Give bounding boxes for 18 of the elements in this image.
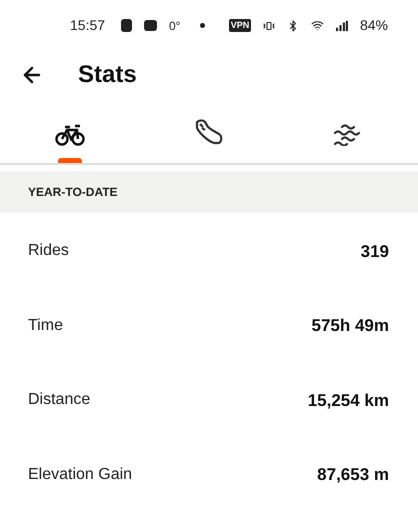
signal-icon xyxy=(336,20,348,32)
stat-value: 87,653 m xyxy=(317,464,389,486)
tab-indicator xyxy=(58,158,82,164)
stat-label: Elevation Gain xyxy=(28,464,132,485)
stat-value: 319 xyxy=(360,240,389,263)
bicycle-icon xyxy=(54,124,85,146)
stat-label: Time xyxy=(28,316,63,336)
section-heading: YEAR-TO-DATE xyxy=(28,184,118,202)
vpn-badge: VPN xyxy=(228,18,252,32)
app-icon xyxy=(121,19,132,32)
temperature-text: 0° xyxy=(168,18,180,35)
stat-label: Distance xyxy=(28,390,90,410)
status-time: 15:57 xyxy=(70,16,106,36)
stat-value: 575h 49m xyxy=(312,315,389,338)
stat-value: 15,254 km xyxy=(308,390,389,412)
stat-label: Rides xyxy=(28,241,69,262)
battery-text: 84% xyxy=(360,16,388,36)
page-title: Stats xyxy=(78,60,137,90)
